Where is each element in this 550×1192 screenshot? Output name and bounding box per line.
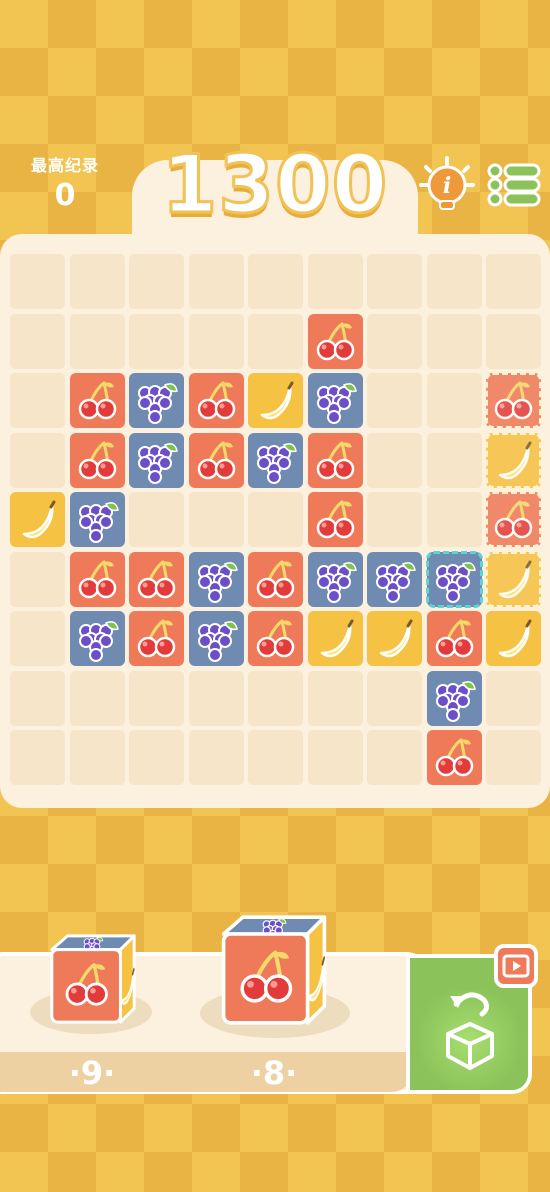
placement-highlight <box>485 491 542 548</box>
board-cell[interactable] <box>129 254 184 309</box>
board-cell[interactable] <box>426 432 482 488</box>
cherry-tile <box>426 730 482 785</box>
board-cell[interactable] <box>188 492 244 547</box>
board-cell[interactable] <box>367 432 422 488</box>
placement-highlight <box>485 431 542 489</box>
board-cell[interactable] <box>426 492 482 547</box>
cherry-tile <box>129 611 184 666</box>
cherry-tile <box>248 611 303 666</box>
board-cell[interactable] <box>188 730 244 785</box>
board-cell[interactable] <box>367 373 422 428</box>
board-cell[interactable] <box>248 670 303 726</box>
grape-tile <box>69 492 125 547</box>
cherry-tile <box>307 432 363 488</box>
board-cell[interactable] <box>307 730 363 785</box>
board-cell[interactable] <box>248 254 303 309</box>
grape-tile <box>188 611 244 666</box>
cherry-tile <box>307 492 363 547</box>
cherry-tile <box>69 432 125 488</box>
info-bulb-icon[interactable]: i <box>418 155 476 213</box>
board-cell[interactable] <box>10 670 65 726</box>
cherry-tile <box>69 373 125 428</box>
banana-tile <box>367 611 422 666</box>
grape-tile <box>69 611 125 666</box>
score-value: 1300 <box>160 137 389 233</box>
grape-tile <box>129 432 184 488</box>
best-record: 最高纪录 0 <box>20 152 110 213</box>
board-cell[interactable] <box>486 670 541 726</box>
cherry-tile <box>129 551 184 607</box>
board-cell[interactable] <box>248 313 303 369</box>
board-cell[interactable] <box>367 254 422 309</box>
game-board <box>0 234 550 808</box>
cherry-tile <box>188 432 244 488</box>
undo-icon <box>440 982 500 1072</box>
cherry-tile <box>188 373 244 428</box>
board-cell[interactable] <box>486 313 541 369</box>
best-record-value: 0 <box>54 178 76 213</box>
board-cell[interactable] <box>129 492 184 547</box>
board-cell[interactable] <box>129 313 184 369</box>
grape-tile <box>367 551 422 607</box>
menu-list-icon[interactable] <box>486 162 542 208</box>
board-cell[interactable] <box>10 313 65 369</box>
board-cell[interactable] <box>486 254 541 309</box>
tray-piece-2[interactable] <box>214 910 329 1034</box>
board-cell[interactable] <box>129 730 184 785</box>
cherry-tile <box>248 551 303 607</box>
board-cell[interactable] <box>10 611 65 666</box>
grape-tile <box>307 551 363 607</box>
board-cell[interactable] <box>69 313 125 369</box>
piece-2-count: ·8· <box>250 1054 298 1092</box>
board-cell[interactable] <box>367 492 422 547</box>
board-cell[interactable] <box>10 373 65 428</box>
tray-piece-1[interactable] <box>44 930 138 1032</box>
board-cell[interactable] <box>69 670 125 726</box>
board-cell[interactable] <box>129 670 184 726</box>
grape-tile <box>426 670 482 726</box>
cherry-tile <box>69 551 125 607</box>
board-cell[interactable] <box>248 730 303 785</box>
board-cell[interactable] <box>367 730 422 785</box>
board-cell[interactable] <box>10 432 65 488</box>
board-cell[interactable] <box>426 254 482 309</box>
board-cell[interactable] <box>10 730 65 785</box>
banana-tile <box>307 611 363 666</box>
board-cell[interactable] <box>10 551 65 607</box>
board-cell[interactable] <box>69 254 125 309</box>
banana-tile <box>486 611 541 666</box>
video-play-icon[interactable] <box>494 944 538 988</box>
cherry-tile <box>307 313 363 369</box>
banana-tile <box>248 373 303 428</box>
board-cell[interactable] <box>188 313 244 369</box>
board-cell[interactable] <box>188 670 244 726</box>
cherry-tile <box>426 611 482 666</box>
grape-tile <box>248 432 303 488</box>
piece-1-count: ·9· <box>68 1054 116 1092</box>
board-cell[interactable] <box>486 730 541 785</box>
board-cell[interactable] <box>69 730 125 785</box>
grape-tile <box>307 373 363 428</box>
board-cell[interactable] <box>307 670 363 726</box>
board-cell[interactable] <box>307 254 363 309</box>
grape-tile <box>188 551 244 607</box>
board-cell[interactable] <box>426 313 482 369</box>
placement-highlight <box>485 372 542 429</box>
best-record-label: 最高纪录 <box>30 156 99 175</box>
board-cell[interactable] <box>426 373 482 428</box>
banana-tile <box>10 492 65 547</box>
board-cell[interactable] <box>10 254 65 309</box>
placement-highlight <box>485 550 542 608</box>
grape-tile <box>129 373 184 428</box>
board-cell[interactable] <box>367 670 422 726</box>
board-cell[interactable] <box>248 492 303 547</box>
board-cell[interactable] <box>188 254 244 309</box>
placement-highlight <box>425 550 483 608</box>
board-cell[interactable] <box>367 313 422 369</box>
svg-text:i: i <box>443 173 451 199</box>
